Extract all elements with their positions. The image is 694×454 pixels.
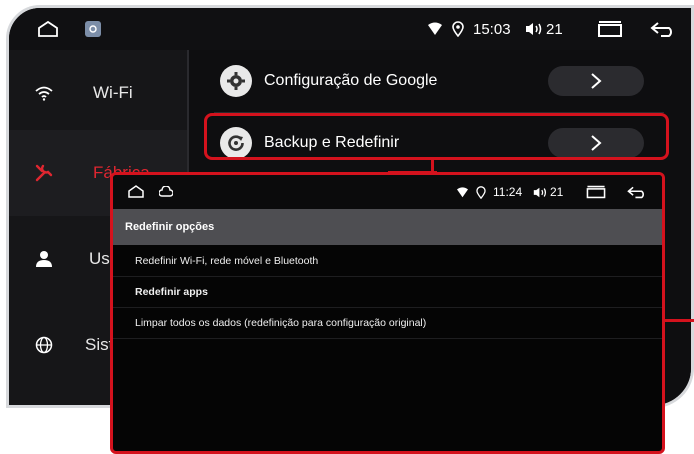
user-icon	[33, 248, 55, 270]
overlay-status-bar: 11:24 21	[113, 175, 662, 209]
settings-app-icon	[85, 8, 101, 50]
row-label: Configuração de Google	[264, 72, 438, 89]
cloud-icon	[159, 175, 173, 209]
location-icon	[452, 8, 464, 50]
list-item-factory-reset[interactable]: Limpar todos os dados (redefinição para …	[113, 307, 662, 339]
row-google-settings[interactable]: Configuração de Google	[214, 52, 644, 110]
reset-options-panel: 11:24 21 Redefinir opções Redefinir Wi-F…	[110, 172, 665, 454]
clock-time: 11:24	[493, 185, 523, 199]
recent-apps-icon[interactable]	[585, 175, 607, 209]
home-icon[interactable]	[37, 8, 59, 50]
home-icon[interactable]	[127, 175, 145, 209]
wifi-icon	[33, 82, 55, 104]
wrench-icon	[33, 162, 55, 184]
highlight-backup-row	[204, 113, 669, 160]
volume-level: 21	[546, 20, 563, 38]
sidebar-item-wifi[interactable]: Wi-Fi	[9, 50, 187, 136]
gear-icon	[220, 65, 252, 97]
connector-line	[663, 319, 694, 322]
volume-icon[interactable]	[525, 8, 545, 50]
clock-time: 15:03	[473, 20, 511, 38]
wifi-status-icon	[456, 175, 469, 209]
status-bar: 15:03 21	[9, 8, 691, 50]
chevron-right-icon[interactable]	[548, 66, 644, 96]
back-icon[interactable]	[649, 8, 677, 50]
list-item-reset-apps[interactable]: Redefinir apps	[113, 276, 662, 308]
volume-level: 21	[550, 185, 564, 199]
back-icon[interactable]	[625, 175, 649, 209]
list-item-reset-network[interactable]: Redefinir Wi-Fi, rede móvel e Bluetooth	[113, 245, 662, 277]
page-title: Redefinir opções	[113, 209, 662, 245]
volume-icon[interactable]	[533, 175, 549, 209]
sidebar-item-label: Wi-Fi	[93, 83, 133, 102]
globe-icon	[33, 334, 55, 356]
wifi-status-icon	[427, 8, 443, 50]
recent-apps-icon[interactable]	[597, 8, 623, 50]
location-icon	[476, 175, 486, 209]
